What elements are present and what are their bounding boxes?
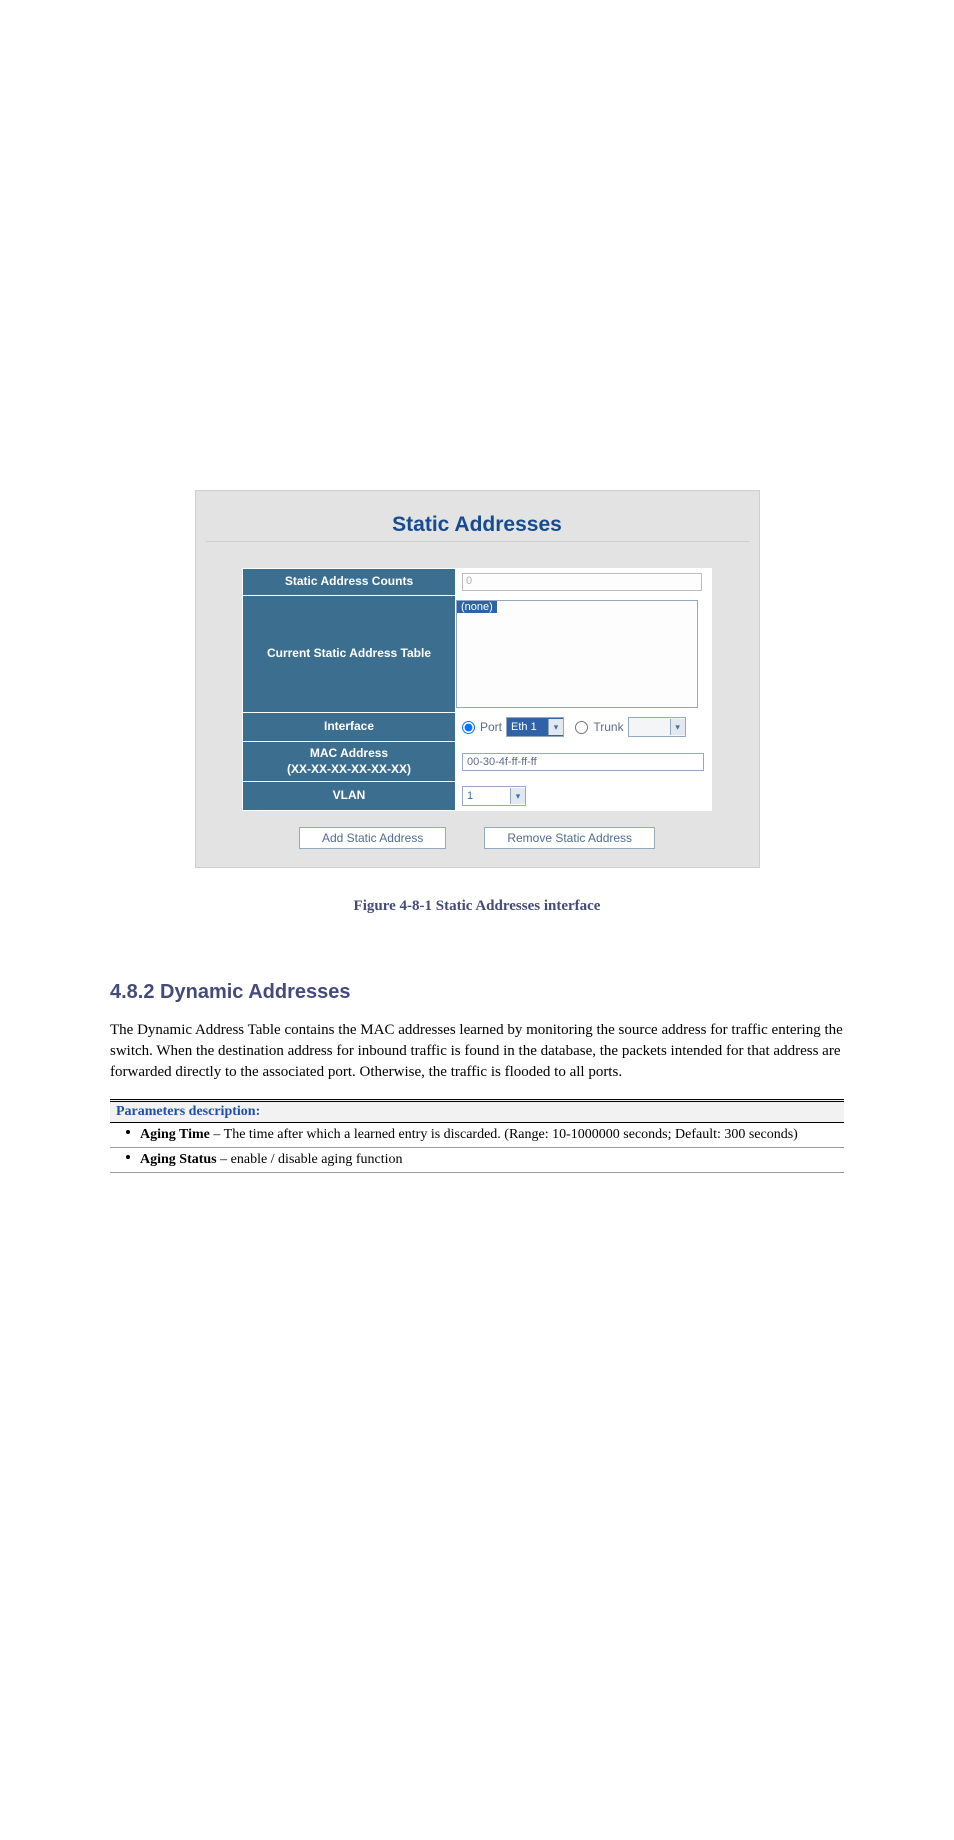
add-static-address-button[interactable]: Add Static Address: [299, 827, 446, 849]
chevron-down-icon: ▾: [510, 788, 525, 804]
label-current-table: Current Static Address Table: [243, 596, 456, 713]
listbox-selected-item[interactable]: (none): [457, 601, 497, 613]
param-row: Aging Time – The time after which a lear…: [110, 1123, 844, 1148]
section-body: The Dynamic Address Table contains the M…: [110, 1020, 844, 1083]
label-mac: MAC Address (XX-XX-XX-XX-XX-XX): [243, 742, 456, 782]
port-label: Port: [480, 720, 502, 734]
label-interface: Interface: [243, 713, 456, 742]
mac-address-input[interactable]: [462, 753, 704, 771]
port-select-value: Eth 1: [511, 721, 537, 733]
figure-caption: Figure 4-8-1 Static Addresses interface: [0, 898, 954, 915]
label-vlan: VLAN: [243, 782, 456, 811]
panel-title: Static Addresses: [206, 501, 749, 542]
counts-value: 0: [462, 573, 702, 591]
trunk-label: Trunk: [593, 720, 623, 734]
static-addresses-figure: Static Addresses Static Address Counts 0…: [195, 490, 760, 868]
radio-port[interactable]: [462, 721, 475, 734]
vlan-select[interactable]: 1 ▾: [462, 786, 526, 806]
chevron-down-icon: ▾: [548, 719, 563, 735]
bullet-icon: [126, 1130, 130, 1134]
parameters-header: Parameters description:: [110, 1099, 844, 1123]
label-counts: Static Address Counts: [243, 569, 456, 596]
vlan-select-value: 1: [467, 790, 473, 802]
section-heading: 4.8.2 Dynamic Addresses: [110, 981, 954, 1004]
param-row: Aging Status – enable / disable aging fu…: [110, 1148, 844, 1173]
port-select[interactable]: Eth 1 ▾: [506, 717, 564, 737]
current-static-address-listbox[interactable]: (none): [456, 600, 698, 708]
radio-trunk[interactable]: [575, 721, 588, 734]
static-address-form: Static Address Counts 0 Current Static A…: [242, 568, 712, 811]
field-counts: 0: [456, 569, 712, 596]
bullet-icon: [126, 1155, 130, 1159]
trunk-select[interactable]: ▾: [628, 717, 686, 737]
remove-static-address-button[interactable]: Remove Static Address: [484, 827, 655, 849]
chevron-down-icon: ▾: [670, 719, 685, 735]
